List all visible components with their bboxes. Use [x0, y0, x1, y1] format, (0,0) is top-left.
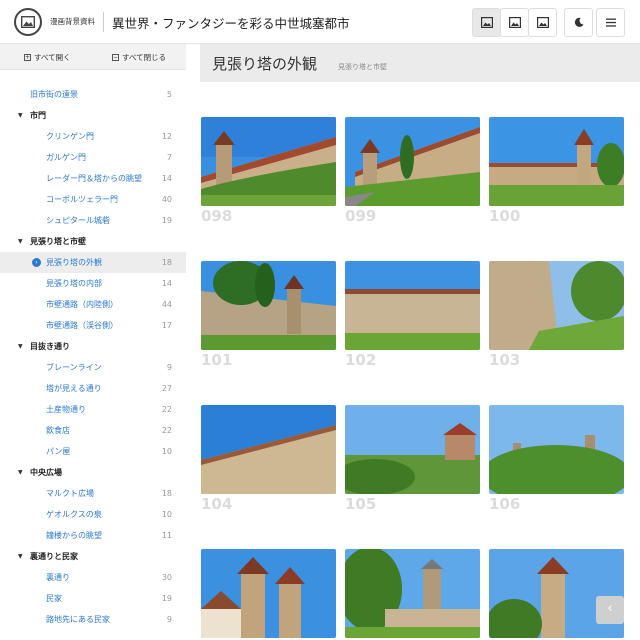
- sidebar-item-selected[interactable]: › 見張り塔の外観 18: [0, 252, 186, 273]
- sidebar-item[interactable]: ゲオルクスの泉 10: [0, 504, 186, 525]
- moon-icon: [574, 17, 584, 27]
- expand-bar: + すべて開く − すべて閉じる: [0, 44, 186, 70]
- photo-thumbnail[interactable]: [489, 405, 624, 494]
- breadcrumb[interactable]: 見張り塔と市壁: [338, 62, 387, 72]
- photo-number: 103: [489, 351, 521, 369]
- collapse-all-button[interactable]: − すべて閉じる: [112, 52, 166, 63]
- dark-mode-button[interactable]: [564, 8, 593, 37]
- view-large-button[interactable]: [528, 8, 557, 37]
- header-divider: [103, 12, 104, 32]
- category-tree: 旧市街の遠景 5 ▼ 市門 クリンゲン門 12 ガルゲン門 7 レーダー門＆塔からの眺望…: [0, 84, 186, 630]
- chevron-right-circle-icon: ›: [32, 258, 41, 267]
- view-medium-button[interactable]: [500, 8, 529, 37]
- photo-number: 099: [345, 207, 377, 225]
- sidebar-item[interactable]: シュピタール城砦 19: [0, 210, 186, 231]
- photo-number: 105: [345, 495, 377, 513]
- photo-thumbnail[interactable]: [201, 405, 336, 494]
- expand-all-button[interactable]: + すべて開く: [24, 52, 71, 63]
- scroll-button[interactable]: ‹: [596, 596, 624, 624]
- image-icon: [508, 17, 521, 28]
- photo-thumbnail[interactable]: [345, 261, 480, 350]
- sidebar-item[interactable]: ガルゲン門 7: [0, 147, 186, 168]
- sidebar-item[interactable]: 路地先にある民家 9: [0, 609, 186, 630]
- caret-down-icon: ▼: [18, 112, 23, 119]
- sidebar-item[interactable]: 市壁通路（内陸側） 44: [0, 294, 186, 315]
- sidebar-item[interactable]: クリンゲン門 12: [0, 126, 186, 147]
- sidebar-item[interactable]: コーボルツェラー門 40: [0, 189, 186, 210]
- expand-all-label: すべて開く: [34, 53, 71, 62]
- image-icon: [536, 17, 549, 28]
- photo-number: 101: [201, 351, 233, 369]
- image-icon: [21, 16, 35, 28]
- header: 漫画背景資料 異世界・ファンタジーを彩る中世城塞都市: [0, 0, 640, 44]
- sidebar-item[interactable]: 民家 19: [0, 588, 186, 609]
- photo-number: 098: [201, 207, 233, 225]
- caret-down-icon: ▼: [18, 343, 23, 350]
- page-title: 見張り塔の外観: [212, 55, 318, 73]
- sidebar-item[interactable]: 土産物通り 22: [0, 399, 186, 420]
- sidebar-category[interactable]: ▼ 市門: [0, 105, 186, 126]
- caret-down-icon: ▼: [18, 238, 23, 245]
- sidebar-item[interactable]: パン屋 10: [0, 441, 186, 462]
- collapse-all-label: すべて閉じる: [122, 53, 167, 62]
- photo-thumbnail[interactable]: [489, 117, 624, 206]
- caret-down-icon: ▼: [18, 469, 23, 476]
- photo-thumbnail[interactable]: [345, 117, 480, 206]
- sidebar-category[interactable]: ▼ 中央広場: [0, 462, 186, 483]
- sidebar-item[interactable]: マルクト広場 18: [0, 483, 186, 504]
- view-small-button[interactable]: [472, 8, 501, 37]
- sidebar-item[interactable]: 塔が見える通り 27: [0, 378, 186, 399]
- photo-number: 100: [489, 207, 521, 225]
- photo-number: 102: [345, 351, 377, 369]
- photo-thumbnail[interactable]: [345, 549, 480, 638]
- minus-box-icon: −: [112, 54, 119, 61]
- photo-number: 104: [201, 495, 233, 513]
- sidebar-item[interactable]: 飲食店 22: [0, 420, 186, 441]
- sidebar-category[interactable]: ▼ 見張り塔と市壁: [0, 231, 186, 252]
- sidebar-item[interactable]: 鐘楼からの眺望 11: [0, 525, 186, 546]
- photo-thumbnail[interactable]: [489, 261, 624, 350]
- photo-thumbnail[interactable]: [201, 117, 336, 206]
- page-title-bar: 見張り塔の外観 見張り塔と市壁: [200, 44, 640, 82]
- site-title[interactable]: 異世界・ファンタジーを彩る中世城塞都市: [112, 13, 350, 32]
- caret-down-icon: ▼: [18, 553, 23, 560]
- image-icon: [480, 17, 493, 28]
- sidebar-item[interactable]: 旧市街の遠景 5: [0, 84, 186, 105]
- photo-thumbnail[interactable]: [345, 405, 480, 494]
- photo-thumbnail[interactable]: [201, 549, 336, 638]
- sidebar-category[interactable]: ▼ 目抜き通り: [0, 336, 186, 357]
- site-logo[interactable]: [14, 8, 42, 36]
- plus-box-icon: +: [24, 54, 31, 61]
- menu-button[interactable]: [596, 8, 625, 37]
- photo-number: 106: [489, 495, 521, 513]
- sidebar-item[interactable]: 市壁通路（渓谷側） 17: [0, 315, 186, 336]
- photo-thumbnail[interactable]: [489, 549, 624, 638]
- sidebar-item[interactable]: レーダー門＆塔からの眺望 14: [0, 168, 186, 189]
- sidebar: + すべて開く − すべて閉じる 旧市街の遠景 5 ▼ 市門 クリンゲン門 12 ガル…: [0, 44, 186, 640]
- sidebar-category[interactable]: ▼ 裏通りと民家: [0, 546, 186, 567]
- photo-thumbnail[interactable]: [201, 261, 336, 350]
- sidebar-item[interactable]: 見張り塔の内部 14: [0, 273, 186, 294]
- brand-name[interactable]: 漫画背景資料: [50, 16, 95, 27]
- sidebar-item[interactable]: 裏通り 30: [0, 567, 186, 588]
- menu-icon: [605, 18, 616, 27]
- sidebar-item[interactable]: ブレーンライン 9: [0, 357, 186, 378]
